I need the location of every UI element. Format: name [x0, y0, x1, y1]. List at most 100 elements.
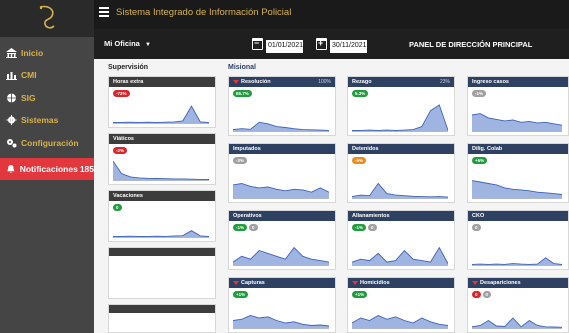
misional-card-imputados[interactable]: Imputados -3%	[228, 143, 336, 203]
card-indicators: +1%	[352, 291, 368, 298]
trend-area	[233, 247, 329, 266]
date-to-input[interactable]: 30/11/2021	[330, 39, 367, 53]
card-title-group: Ingreso casos	[472, 79, 509, 85]
trend-chart	[352, 234, 450, 266]
misional-card-allanamientos[interactable]: Allanamientos -1% 0	[347, 210, 455, 270]
misional-card-capturas[interactable]: Capturas +1%	[228, 277, 336, 333]
indicator-badge: -1%	[472, 90, 487, 97]
trend-chart	[352, 167, 450, 199]
alert-triangle-icon	[472, 281, 478, 285]
card-title-group: Operativos	[233, 213, 262, 219]
card-indicators: 00	[472, 291, 492, 298]
card-title: Homicidios	[360, 280, 390, 286]
card-title-group: Resolución	[233, 79, 271, 85]
card-header: Capturas	[229, 278, 335, 288]
sidebar-item-cmi[interactable]: CMI	[0, 65, 94, 85]
card-title-group: Rezago	[352, 79, 372, 85]
sidebar-item-sistemas[interactable]: Sistemas	[0, 110, 94, 130]
card-title: Capturas	[241, 280, 265, 286]
sidebar-item-label: Inicio	[21, 48, 44, 58]
bar-chart-icon	[6, 72, 17, 80]
card-header: Operativos	[229, 211, 335, 221]
indicator-badge: -2%	[113, 147, 128, 154]
section-misional-label: Misional	[228, 64, 257, 71]
card-title: Detenidos	[352, 146, 379, 152]
sidebar-item-label: CMI	[21, 70, 37, 80]
card-header: Desapariciones	[468, 278, 568, 288]
card-title: Vacaciones	[113, 193, 143, 199]
trend-chart	[352, 100, 450, 132]
card-title-group: Vacaciones	[113, 193, 143, 199]
card-title-group: Allanamientos	[352, 213, 390, 219]
card-header: Imputados	[229, 144, 335, 154]
card-indicators: 65.7%	[233, 90, 252, 97]
sidebar-item-label: Configuración	[21, 138, 79, 148]
card-header: Rezago 23%	[348, 77, 454, 87]
misional-card-resolucion[interactable]: Resolución 100% 65.7%	[228, 76, 336, 136]
calendar-minus-icon[interactable]	[252, 37, 263, 50]
misional-card-rezago[interactable]: Rezago 23% 5.3%	[347, 76, 455, 136]
gear-icon	[6, 115, 17, 125]
indicator-badge: -1%	[233, 224, 248, 231]
trend-chart-svg	[113, 105, 209, 124]
card-title-group: Horas extra	[113, 79, 143, 85]
calendar-plus-icon[interactable]	[316, 37, 327, 50]
indicator-badge: -1%	[352, 224, 367, 231]
supervision-card-vacaciones[interactable]: Vacaciones 0	[108, 190, 216, 242]
trend-chart-svg	[472, 317, 562, 329]
hamburger-menu-icon[interactable]	[99, 7, 109, 17]
card-title: Viáticos	[113, 136, 134, 142]
office-select[interactable]: Mi Oficina ▼	[104, 39, 151, 48]
misional-card-ingreso-casos[interactable]: Ingreso casos -1%	[467, 76, 569, 136]
card-title: Rezago	[352, 79, 372, 85]
card-header	[109, 305, 215, 313]
sidebar-item-sig[interactable]: SIG	[0, 88, 94, 108]
misional-card-cko[interactable]: CKO 0	[467, 210, 569, 270]
card-header: Detenidos	[348, 144, 454, 154]
trend-area	[233, 315, 329, 329]
card-header: Homicidios	[348, 278, 454, 288]
police-logo	[0, 0, 94, 37]
supervision-card-viaticos[interactable]: Viáticos -2%	[108, 133, 216, 185]
misional-card-operativos[interactable]: Operativos -1% 0	[228, 210, 336, 270]
card-indicators: -72%	[113, 90, 130, 97]
indicator-badge: +1%	[233, 291, 249, 298]
card-title: Imputados	[233, 146, 261, 152]
card-indicators: -1%	[472, 90, 487, 97]
card-header: Allanamientos	[348, 211, 454, 221]
card-header	[109, 248, 215, 256]
trend-chart	[472, 301, 564, 329]
supervision-card-empty	[108, 304, 216, 333]
logo-icon	[39, 5, 55, 29]
card-title: Ingreso casos	[472, 79, 509, 85]
card-percentage: 100%	[318, 79, 331, 85]
misional-card-dilig-colab[interactable]: Dilig. Colab +5%	[467, 143, 569, 203]
card-title-group: Imputados	[233, 146, 261, 152]
card-title-group: Dilig. Colab	[472, 146, 502, 152]
trend-chart	[472, 167, 564, 199]
indicator-badge: 0	[472, 224, 481, 231]
misional-card-homicidios[interactable]: Homicidios +1%	[347, 277, 455, 333]
top-bar: Sistema Integrado de Información Policia…	[94, 0, 569, 29]
sidebar-item-label: SIG	[21, 93, 36, 103]
misional-card-detenidos[interactable]: Detenidos -5%	[347, 143, 455, 203]
card-title: Desapariciones	[480, 280, 521, 286]
sidebar-item-inicio[interactable]: Inicio	[0, 43, 94, 63]
sidebar-item-label: Sistemas	[21, 115, 59, 125]
date-from-input[interactable]: 01/01/2021	[266, 39, 303, 53]
card-title-group: Capturas	[233, 280, 265, 286]
sidebar-item-configuracion[interactable]: Configuración	[0, 133, 94, 153]
card-indicators: -3%	[233, 157, 248, 164]
trend-chart-svg	[352, 182, 448, 199]
supervision-card-empty	[108, 247, 216, 299]
sidebar-item-notificaciones[interactable]: Notificaciones 185	[0, 158, 94, 180]
indicator-badge: +1%	[352, 291, 368, 298]
card-header: Dilig. Colab	[468, 144, 568, 154]
misional-card-desapariciones[interactable]: Desapariciones 0 0	[467, 277, 569, 333]
indicator-badge: +5%	[472, 157, 488, 164]
supervision-card-horas-extra[interactable]: Horas extra -72%	[108, 76, 216, 128]
trend-area	[113, 106, 209, 124]
trend-chart	[113, 214, 211, 238]
indicator-badge: 0	[482, 291, 492, 298]
trend-chart	[113, 100, 211, 124]
